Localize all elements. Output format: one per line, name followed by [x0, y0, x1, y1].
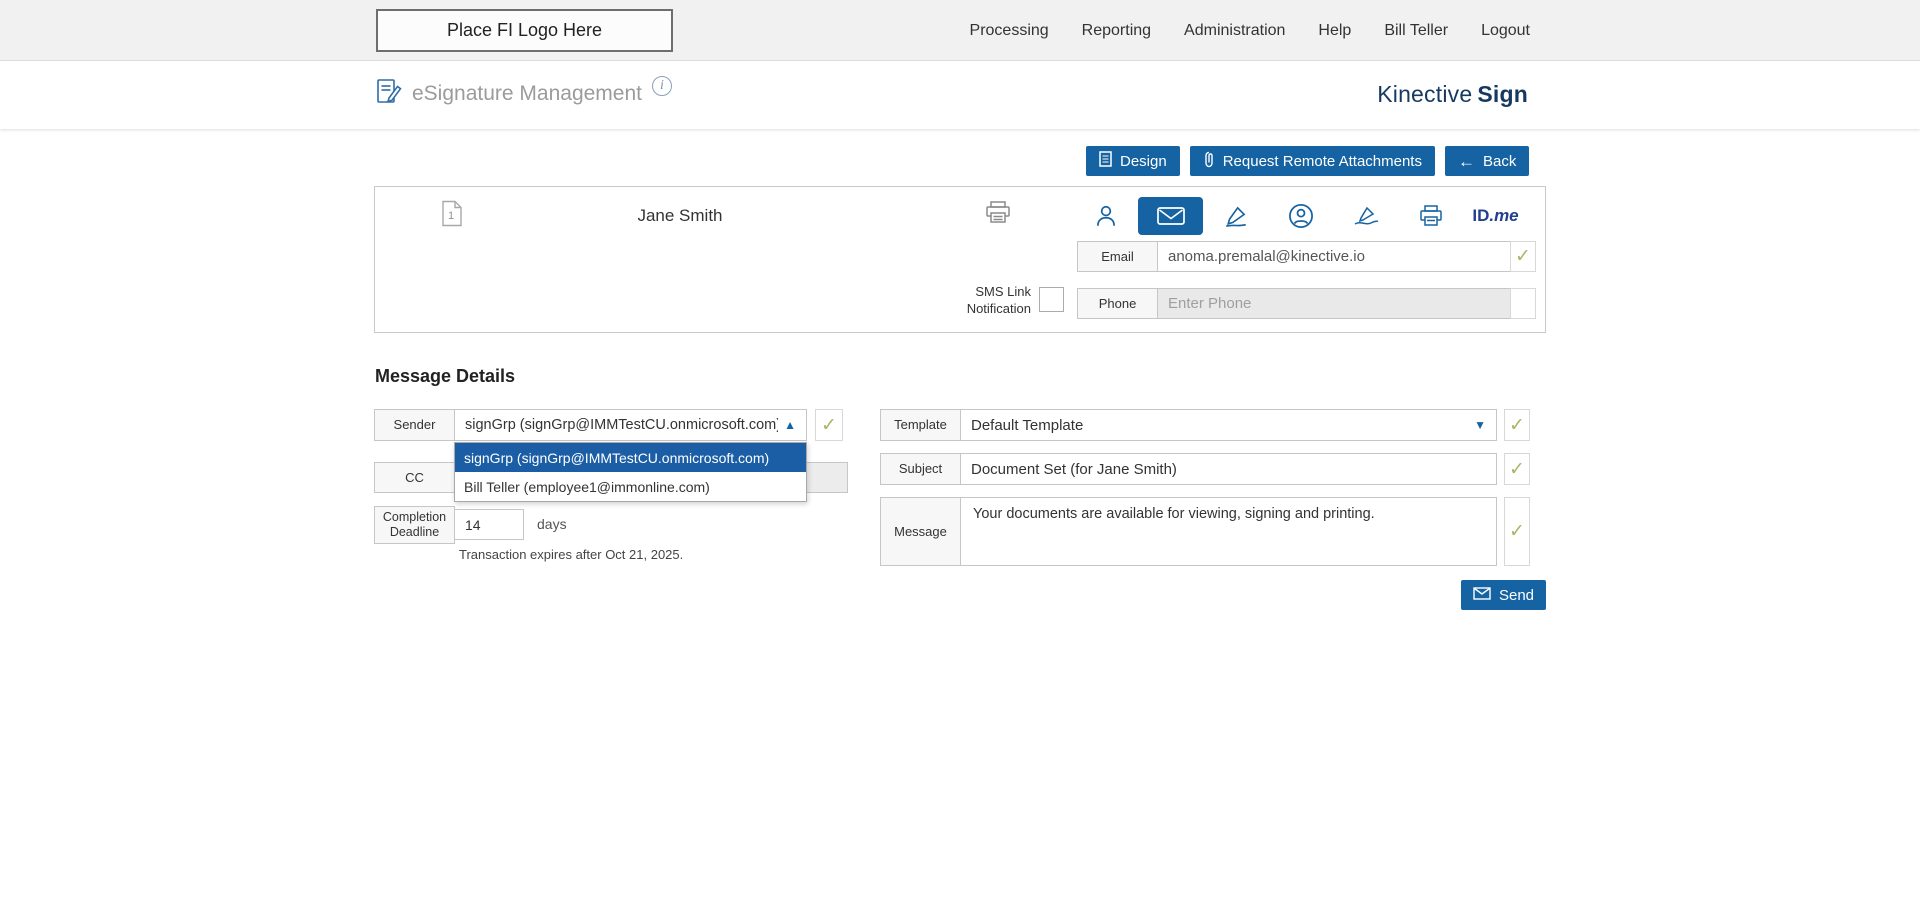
- nav-processing[interactable]: Processing: [970, 22, 1049, 40]
- design-button-label: Design: [1120, 153, 1167, 170]
- subject-valid-check: ✓: [1504, 453, 1530, 485]
- design-doc-icon: [1099, 151, 1112, 171]
- brand-logo: KinectiveSign: [1377, 81, 1528, 108]
- completion-deadline-input[interactable]: [454, 509, 524, 540]
- method-esign-pen-icon[interactable]: [1203, 197, 1268, 235]
- action-buttons: Design Request Remote Attachments ← Back: [1086, 146, 1529, 176]
- method-signature-icon[interactable]: [1333, 197, 1398, 235]
- email-label: Email: [1077, 241, 1158, 272]
- svg-text:1: 1: [448, 210, 454, 222]
- send-button-label: Send: [1499, 587, 1534, 604]
- title-wrap: eSignature Management i: [376, 78, 672, 111]
- sender-option-signgrp[interactable]: signGrp (signGrp@IMMTestCU.onmicrosoft.c…: [455, 443, 806, 472]
- sender-option-bill-teller[interactable]: Bill Teller (employee1@immonline.com): [455, 472, 806, 501]
- sms-notification-checkbox[interactable]: [1039, 287, 1064, 312]
- message-details-heading: Message Details: [375, 366, 515, 387]
- subject-input[interactable]: [960, 453, 1497, 485]
- check-icon: ✓: [1509, 416, 1525, 435]
- method-in-person-icon[interactable]: [1073, 197, 1138, 235]
- nav-user-bill-teller[interactable]: Bill Teller: [1384, 22, 1448, 40]
- chevron-down-icon: ▼: [1474, 418, 1486, 432]
- completion-deadline-label: Completion Deadline: [374, 506, 455, 544]
- template-valid-check: ✓: [1504, 409, 1530, 441]
- template-dropdown[interactable]: Default Template ▼: [960, 409, 1497, 441]
- fi-logo-placeholder: Place FI Logo Here: [376, 9, 673, 52]
- back-button-label: Back: [1483, 153, 1516, 170]
- recipient-name: Jane Smith: [550, 206, 810, 226]
- check-icon: ✓: [1509, 460, 1525, 479]
- top-nav: Processing Reporting Administration Help…: [970, 0, 1530, 61]
- email-valid-check: ✓: [1510, 241, 1536, 272]
- top-bar: Place FI Logo Here Processing Reporting …: [0, 0, 1920, 61]
- page-title: eSignature Management: [412, 82, 642, 106]
- esignature-doc-pencil-icon: [376, 78, 402, 111]
- nav-logout[interactable]: Logout: [1481, 22, 1530, 40]
- back-arrow-icon: ←: [1458, 153, 1475, 170]
- sender-value: signGrp (signGrp@IMMTestCU.onmicrosoft.c…: [465, 417, 778, 433]
- check-icon: ✓: [821, 416, 837, 435]
- sender-label: Sender: [374, 409, 455, 441]
- request-remote-attachments-label: Request Remote Attachments: [1223, 153, 1422, 170]
- nav-administration[interactable]: Administration: [1184, 22, 1285, 40]
- chevron-up-icon: ▲: [784, 418, 796, 432]
- cc-check-placeholder: [806, 462, 848, 493]
- phone-label: Phone: [1077, 288, 1158, 319]
- cc-label: CC: [374, 462, 455, 493]
- recipient-card: 1 Jane Smith: [374, 186, 1546, 333]
- esignature-page: Place FI Logo Here Processing Reporting …: [0, 0, 1920, 901]
- paperclip-icon: [1203, 151, 1215, 172]
- print-icon[interactable]: [985, 200, 1011, 230]
- nav-reporting[interactable]: Reporting: [1082, 22, 1151, 40]
- send-button[interactable]: Send: [1461, 580, 1546, 610]
- fi-logo-text: Place FI Logo Here: [447, 20, 602, 41]
- back-button[interactable]: ← Back: [1445, 146, 1529, 176]
- sender-dropdown-list: signGrp (signGrp@IMMTestCU.onmicrosoft.c…: [454, 442, 807, 502]
- method-fax-icon[interactable]: [1398, 197, 1463, 235]
- brand-product: Sign: [1477, 81, 1528, 107]
- sms-link-notification-label: SMS Link Notification: [955, 284, 1031, 318]
- info-icon[interactable]: i: [652, 76, 672, 96]
- header-band: eSignature Management i KinectiveSign: [0, 61, 1920, 129]
- message-valid-check: ✓: [1504, 497, 1530, 566]
- request-remote-attachments-button[interactable]: Request Remote Attachments: [1190, 146, 1435, 176]
- message-textarea[interactable]: Your documents are available for viewing…: [960, 497, 1497, 566]
- sender-valid-check: ✓: [815, 409, 843, 441]
- send-envelope-icon: [1473, 587, 1491, 604]
- nav-help[interactable]: Help: [1318, 22, 1351, 40]
- idme-logo: ID.me: [1472, 206, 1518, 226]
- delivery-methods: ID.me: [1073, 197, 1528, 235]
- brand-name: Kinective: [1377, 81, 1472, 107]
- recipient-phone-input[interactable]: [1157, 288, 1511, 319]
- sender-dropdown[interactable]: signGrp (signGrp@IMMTestCU.onmicrosoft.c…: [454, 409, 807, 441]
- recipient-email-input[interactable]: [1157, 241, 1511, 272]
- check-icon: ✓: [1509, 522, 1525, 541]
- method-email-delivery-icon[interactable]: [1138, 197, 1203, 235]
- method-idme-icon[interactable]: ID.me: [1463, 197, 1528, 235]
- transaction-expiry-note: Transaction expires after Oct 21, 2025.: [459, 547, 683, 562]
- message-label: Message: [880, 497, 961, 566]
- method-identity-verification-icon[interactable]: [1268, 197, 1333, 235]
- check-icon: ✓: [1515, 247, 1531, 266]
- document-count-icon: 1: [441, 200, 463, 232]
- template-value: Default Template: [971, 417, 1468, 434]
- subject-label: Subject: [880, 453, 961, 485]
- deadline-unit-label: days: [537, 516, 567, 532]
- template-label: Template: [880, 409, 961, 441]
- phone-check-placeholder: [1510, 288, 1536, 319]
- design-button[interactable]: Design: [1086, 146, 1180, 176]
